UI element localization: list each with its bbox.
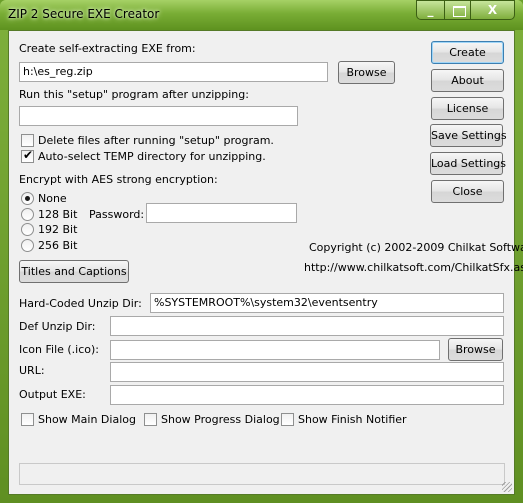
radio-192[interactable] <box>21 223 34 236</box>
about-button[interactable]: About <box>431 69 504 92</box>
auto-temp-checkbox[interactable]: ✔ <box>21 148 34 163</box>
radio-128-label: 128 Bit <box>38 208 78 221</box>
source-label: Create self-extracting EXE from: <box>19 42 196 55</box>
output-exe-input[interactable] <box>110 385 504 405</box>
delete-files-checkbox[interactable] <box>21 134 34 147</box>
license-button[interactable]: License <box>431 97 504 120</box>
setup-program-input[interactable] <box>19 106 298 126</box>
auto-temp-label: Auto-select TEMP directory for unzipping… <box>38 150 266 163</box>
minimize-icon: _ <box>427 3 434 17</box>
show-finish-notifier-label: Show Finish Notifier <box>298 413 407 426</box>
restore-button[interactable] <box>444 0 471 20</box>
radio-selected-icon <box>25 196 30 201</box>
setup-label: Run this "setup" program after unzipping… <box>19 88 249 101</box>
def-unzip-dir-input[interactable] <box>110 316 504 336</box>
show-main-dialog-label: Show Main Dialog <box>38 413 136 426</box>
copyright-url: http://www.chilkatsoft.com/ChilkatSfx.as… <box>304 261 523 274</box>
source-browse-button[interactable]: Browse <box>338 61 395 84</box>
titles-captions-button[interactable]: Titles and Captions <box>19 260 129 283</box>
output-exe-label: Output EXE: <box>19 388 86 401</box>
save-settings-button[interactable]: Save Settings <box>430 124 507 147</box>
password-label: Password: <box>89 208 145 221</box>
encryption-label: Encrypt with AES strong encryption: <box>19 173 218 186</box>
icon-file-label: Icon File (.ico): <box>19 343 100 356</box>
window-title: ZIP 2 Secure EXE Creator <box>8 7 160 21</box>
icon-file-input[interactable] <box>110 340 440 360</box>
copyright-text: Copyright (c) 2002-2009 Chilkat Software… <box>309 241 523 254</box>
show-progress-dialog-label: Show Progress Dialog <box>161 413 280 426</box>
close-button[interactable]: Close <box>431 180 504 203</box>
close-icon: X <box>487 3 498 17</box>
radio-none[interactable] <box>21 192 34 205</box>
status-bar <box>19 463 505 485</box>
hard-coded-label: Hard-Coded Unzip Dir: <box>19 297 142 310</box>
url-label: URL: <box>19 364 45 377</box>
def-unzip-label: Def Unzip Dir: <box>19 320 96 333</box>
show-progress-dialog-checkbox[interactable] <box>144 413 157 426</box>
radio-256-label: 256 Bit <box>38 239 78 252</box>
load-settings-button[interactable]: Load Settings <box>430 152 506 175</box>
show-finish-notifier-checkbox[interactable] <box>281 413 294 426</box>
radio-256[interactable] <box>21 239 34 252</box>
title-bar[interactable]: ZIP 2 Secure EXE Creator _ X <box>0 0 523 30</box>
radio-192-label: 192 Bit <box>38 223 78 236</box>
password-input[interactable] <box>146 203 297 223</box>
restore-icon <box>453 6 466 17</box>
resize-grip-icon[interactable] <box>502 482 512 492</box>
hard-coded-dir-input[interactable]: %SYSTEMROOT%\system32\eventsentry <box>150 293 504 313</box>
app-window: ZIP 2 Secure EXE Creator _ X Create self… <box>0 0 523 503</box>
close-window-button[interactable]: X <box>470 0 515 20</box>
radio-128[interactable] <box>21 208 34 221</box>
radio-none-label: None <box>38 192 67 205</box>
source-zip-input[interactable]: h:\es_reg.zip <box>19 62 328 82</box>
dialog-body: Create self-extracting EXE from: h:\es_r… <box>8 30 523 495</box>
delete-files-label: Delete files after running "setup" progr… <box>38 134 274 147</box>
create-button[interactable]: Create <box>431 41 504 64</box>
check-icon: ✔ <box>23 148 34 162</box>
show-main-dialog-checkbox[interactable] <box>21 413 34 426</box>
icon-browse-button[interactable]: Browse <box>448 338 503 361</box>
url-input[interactable] <box>110 362 504 382</box>
minimize-button[interactable]: _ <box>416 0 445 20</box>
